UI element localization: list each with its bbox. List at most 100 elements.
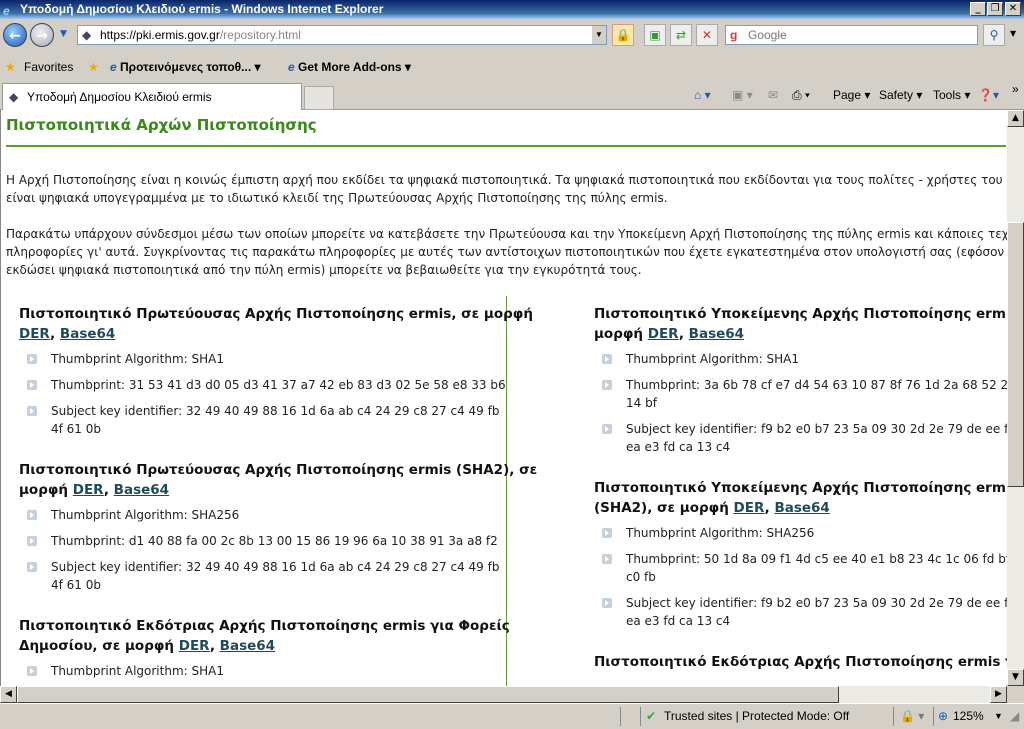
feeds-icon[interactable]: ▣ ▾ (732, 82, 753, 108)
tab-active[interactable]: ◆ Υποδομή Δημοσίου Κλειδιού ermis (2, 83, 302, 110)
text-line: εκδώσει ψηφιακά πιστοποιητικά από την πύ… (6, 263, 642, 277)
left-column: Πιστοποιητικό Πρωτεύουσας Αρχής Πιστοποί… (19, 304, 537, 686)
page-title: Πιστοποιητικά Αρχών Πιστοποίησης (6, 116, 317, 134)
resize-grip-icon[interactable]: ◢ (1010, 704, 1019, 729)
address-bar[interactable]: ◆ https://pki.ermis.gov.gr/repository.ht… (77, 25, 607, 45)
suggested-sites-link[interactable]: e Προτεινόμενες τοποθ... ▾ (110, 54, 261, 81)
title-text: Πιστοποιητικό Εκδότριας Αρχής Πιστοποίησ… (594, 654, 1007, 670)
der-link[interactable]: DER (179, 638, 210, 654)
detail-item: Thumbprint Algorithm: SHA1 (19, 350, 537, 368)
detail-item: Thumbprint: 50 1d 8a 09 f1 4d c5 ee 40 e… (594, 550, 1007, 586)
detail-text: Thumbprint: 50 1d 8a 09 f1 4d c5 ee 40 e… (626, 552, 1007, 566)
status-bar: ✔ Trusted sites | Protected Mode: Off 🔒 … (0, 703, 1024, 728)
search-options-icon[interactable]: ▼ (1010, 29, 1016, 38)
add-favorites-icon[interactable]: ★ (88, 54, 99, 81)
history-dropdown-icon[interactable]: ▼ (60, 29, 67, 39)
page-menu[interactable]: Page ▾ (833, 82, 870, 108)
tools-menu[interactable]: Tools ▾ (933, 82, 970, 108)
get-addons-label: Get More Add-ons (298, 60, 402, 74)
more-chevron-icon[interactable]: » (1012, 76, 1019, 102)
detail-text: Thumbprint Algorithm: SHA1 (51, 352, 224, 366)
base64-link[interactable]: Base64 (60, 326, 115, 342)
detail-item: Thumbprint Algorithm: SHA256 (594, 524, 1007, 542)
url-path: /repository.html (219, 28, 301, 42)
title-text: (SHA2), σε μορφή (594, 500, 729, 516)
base64-link[interactable]: Base64 (774, 500, 829, 516)
detail-item: Thumbprint: 3a 6b 78 cf e7 d4 54 63 10 8… (594, 376, 1007, 412)
scroll-right-button[interactable]: ▶ (990, 686, 1007, 703)
detail-text: Thumbprint: 31 53 41 d3 d0 05 d3 41 37 a… (51, 378, 506, 392)
scroll-down-button[interactable]: ▼ (1007, 669, 1024, 686)
title-text: μορφή (19, 482, 69, 498)
title-text: Πιστοποιητικό Εκδότριας Αρχής Πιστοποίησ… (19, 618, 510, 634)
horizontal-scroll-thumb[interactable] (17, 686, 839, 703)
detail-item: Subject key identifier: 32 49 40 49 88 1… (19, 558, 537, 594)
help-icon[interactable]: ❓▾ (978, 82, 999, 108)
title-text: μορφή (594, 326, 644, 342)
page-content: Πιστοποιητικά Αρχών Πιστοποίησης Η Αρχή … (0, 110, 1007, 686)
print-icon[interactable]: ⎙ ▾ (792, 82, 810, 108)
base64-link[interactable]: Base64 (689, 326, 744, 342)
vertical-scroll-thumb[interactable] (1007, 222, 1024, 487)
der-link[interactable]: DER (648, 326, 679, 342)
search-button[interactable]: ⚲ (983, 24, 1005, 46)
security-zone[interactable]: Trusted sites | Protected Mode: Off (664, 704, 849, 729)
detail-text: Thumbprint Algorithm: SHA1 (51, 664, 224, 678)
title-text: Πιστοποιητικό Πρωτεύουσας Αρχής Πιστοποί… (19, 462, 538, 478)
mail-icon[interactable]: ✉ (768, 82, 778, 108)
detail-text: c0 fb (626, 570, 656, 584)
favorites-button[interactable]: Favorites (24, 54, 73, 81)
zoom-level[interactable]: 125% (953, 704, 984, 729)
certificate-details: Thumbprint Algorithm: SHA256 Thumbprint: … (594, 524, 1007, 630)
der-link[interactable]: DER (19, 326, 50, 342)
base64-link[interactable]: Base64 (114, 482, 169, 498)
certificate-title: Πιστοποιητικό Πρωτεύουσας Αρχής Πιστοποί… (19, 462, 538, 498)
base64-link[interactable]: Base64 (220, 638, 275, 654)
new-tab-button[interactable] (304, 86, 334, 110)
back-button[interactable]: ← (3, 23, 27, 47)
bullet-icon (602, 554, 612, 564)
certificate-title: Πιστοποιητικό Πρωτεύουσας Αρχής Πιστοποί… (19, 306, 533, 342)
zoom-dropdown-icon[interactable]: ▼ (994, 704, 1003, 729)
detail-item: Thumbprint Algorithm: SHA1 (19, 662, 537, 680)
certificate-block: Πιστοποιητικό Πρωτεύουσας Αρχής Πιστοποί… (19, 304, 537, 438)
lock-icon[interactable]: 🔒 (612, 24, 634, 46)
scroll-left-button[interactable]: ◀ (0, 686, 17, 703)
refresh-icon[interactable]: ⇄ (670, 24, 692, 46)
text-line: πληροφορίες γι' αυτά. Συγκρίνοντας τις π… (6, 245, 1007, 259)
detail-text: Subject key identifier: f9 b2 e0 b7 23 5… (626, 422, 1007, 436)
forward-button[interactable]: → (30, 23, 54, 47)
compatibility-view-icon[interactable]: ▣ (644, 24, 666, 46)
get-addons-link[interactable]: e Get More Add-ons ▾ (288, 54, 411, 81)
stop-icon[interactable]: ✕ (696, 24, 718, 46)
maximize-button[interactable]: ❐ (987, 2, 1003, 16)
detail-item: Subject key identifier: f9 b2 e0 b7 23 5… (594, 594, 1007, 630)
minimize-button[interactable]: _ (970, 2, 986, 16)
favorites-star-icon: ★ (5, 60, 16, 74)
bullet-icon (602, 380, 612, 390)
tab-title: Υποδομή Δημοσίου Κλειδιού ermis (27, 90, 212, 104)
detail-text: Subject key identifier: 32 49 40 49 88 1… (51, 404, 500, 418)
home-icon[interactable]: ⌂ ▾ (694, 82, 711, 108)
certificate-block: Πιστοποιητικό Εκδότριας Αρχής Πιστοποίησ… (594, 652, 1007, 672)
certificate-details: Thumbprint Algorithm: SHA1 (19, 662, 537, 680)
search-input[interactable]: g Google (725, 25, 978, 45)
popup-blocker-icon[interactable]: 🔒 ▾ (900, 704, 924, 729)
detail-text: ea e3 fd ca 13 c4 (626, 440, 731, 454)
bullet-icon (27, 536, 37, 546)
safety-menu[interactable]: Safety ▾ (879, 82, 922, 108)
title-divider (6, 145, 1006, 147)
detail-text: 4f 61 0b (51, 422, 102, 436)
title-text: Πιστοποιητικό Υποκείμενης Αρχής Πιστοποί… (594, 306, 1007, 322)
intro-paragraph-1: Η Αρχή Πιστοποίησης είναι η κοινώς έμπισ… (6, 171, 1007, 207)
bullet-icon (602, 598, 612, 608)
vertical-scrollbar[interactable]: ▲ ▼ (1007, 110, 1024, 686)
address-dropdown-icon[interactable]: ▼ (592, 26, 606, 44)
certificate-block: Πιστοποιητικό Υποκείμενης Αρχής Πιστοποί… (594, 478, 1007, 630)
close-button[interactable]: ✕ (1005, 2, 1021, 16)
der-link[interactable]: DER (73, 482, 104, 498)
scroll-up-button[interactable]: ▲ (1007, 110, 1024, 127)
bullet-icon (27, 510, 37, 520)
horizontal-scrollbar[interactable]: ◀ ▶ (0, 686, 1007, 703)
der-link[interactable]: DER (734, 500, 765, 516)
